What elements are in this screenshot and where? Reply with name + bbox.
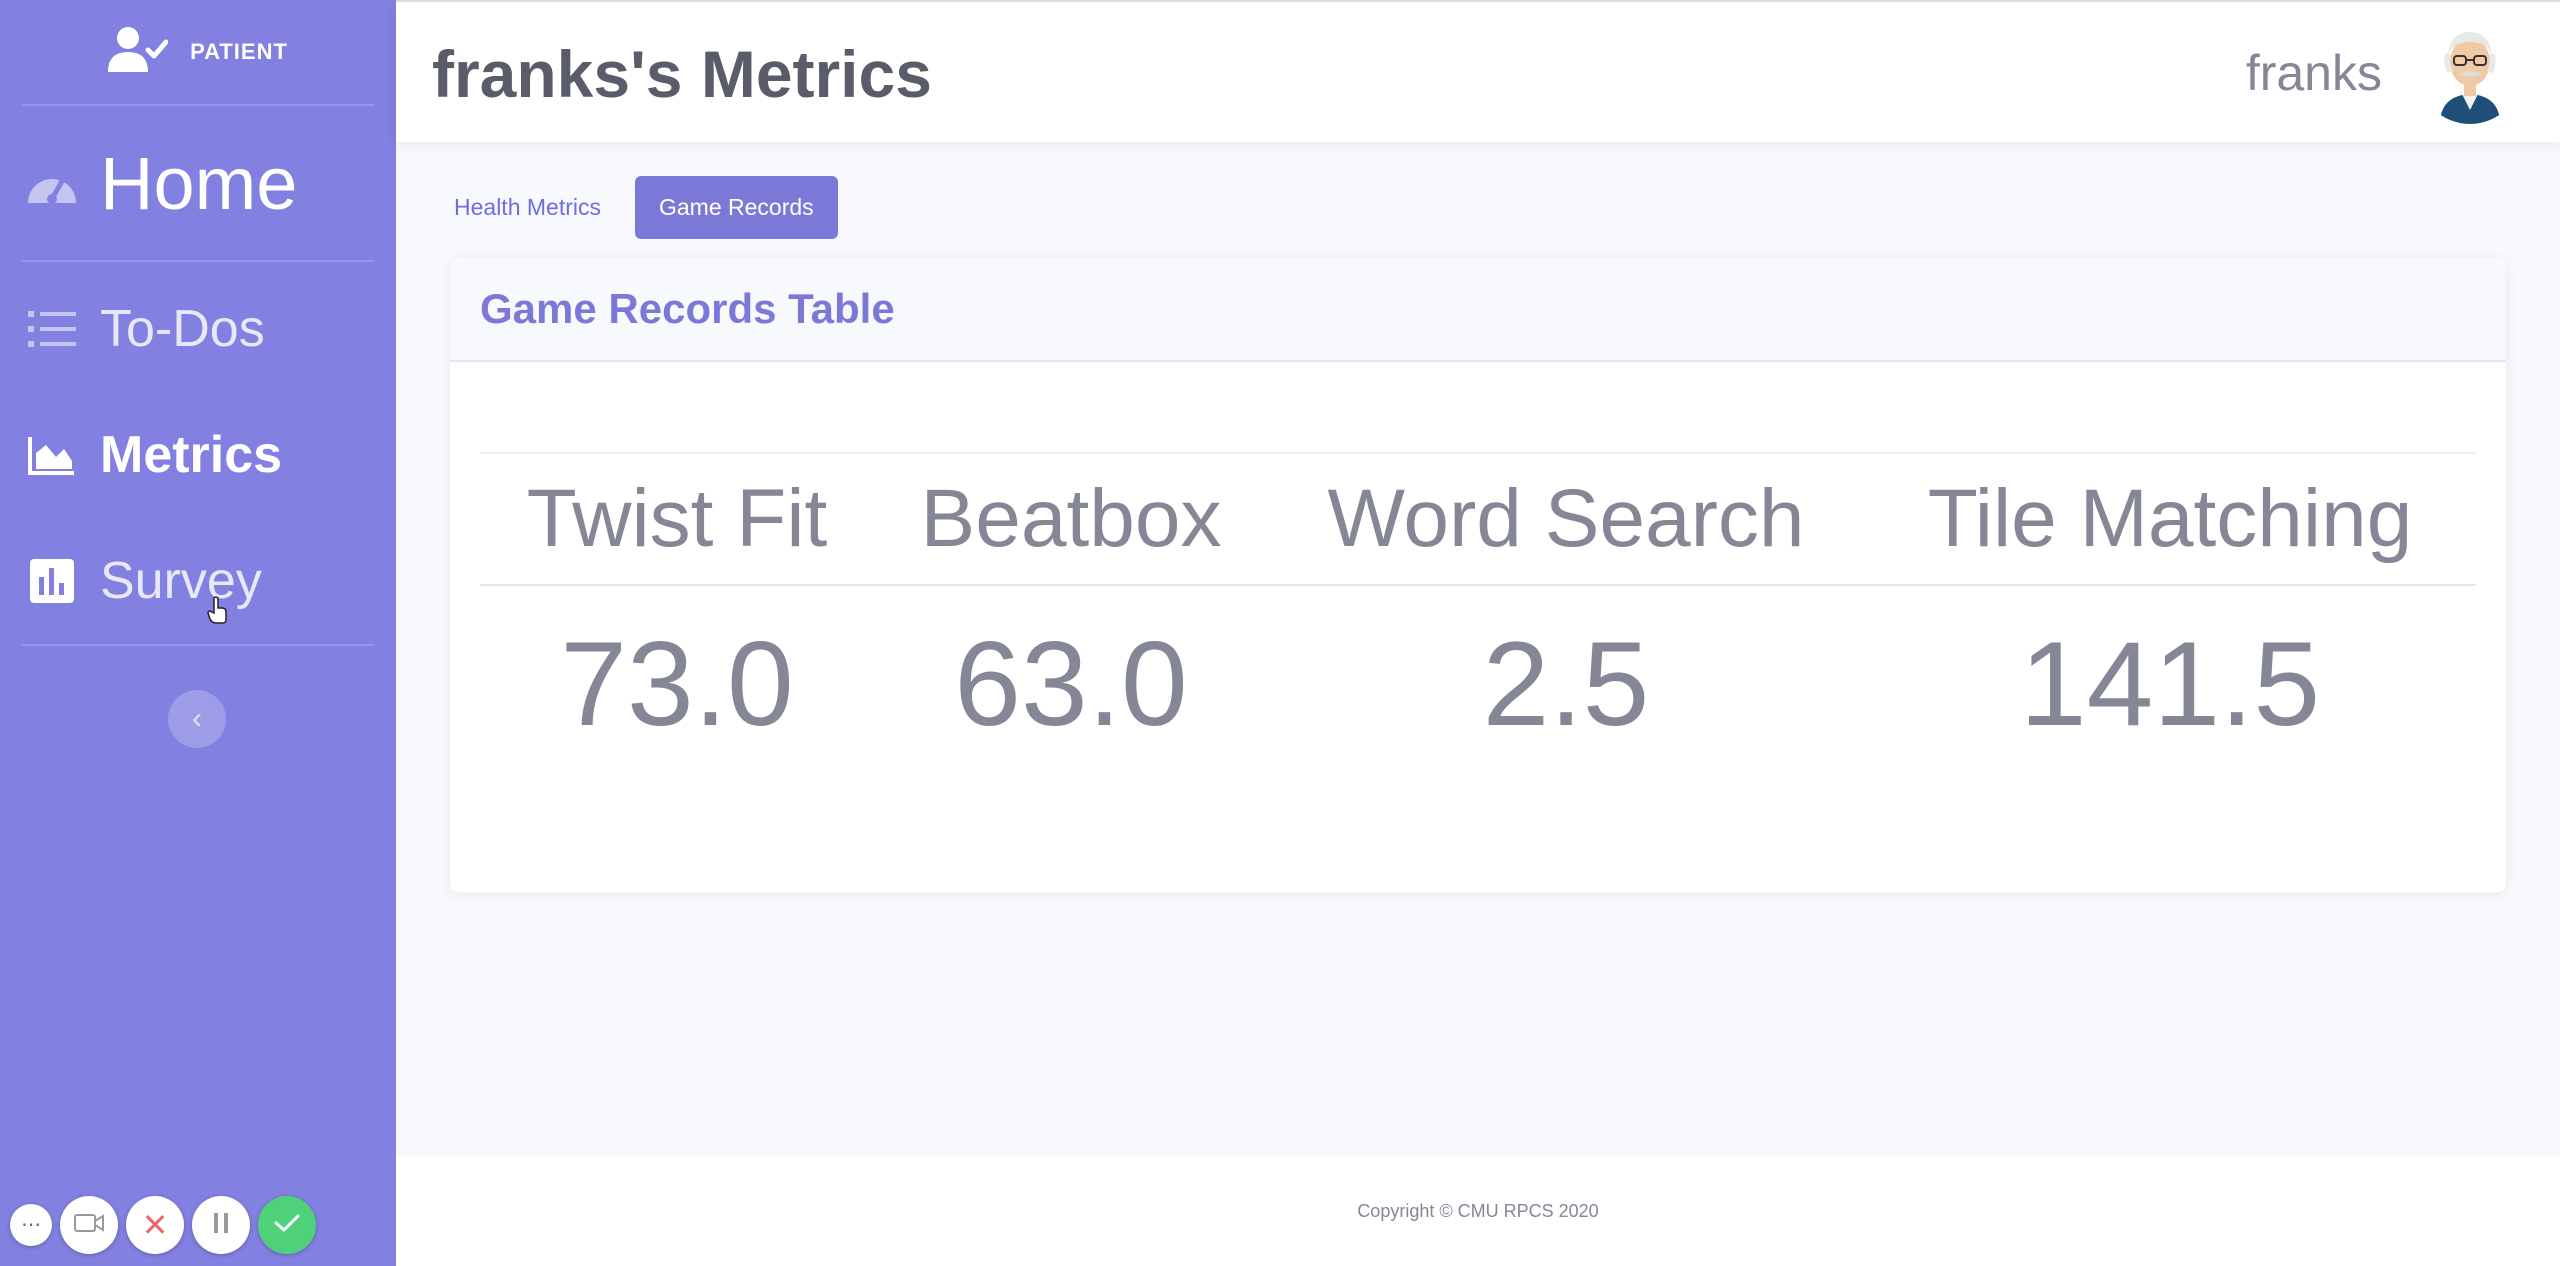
sidebar-item-label: Metrics: [100, 426, 283, 484]
ellipsis-icon: ⋯: [21, 1214, 41, 1236]
sidebar: PATIENT Home To-Dos Metrics Survey ‹ ⋯ ✕: [0, 0, 396, 1266]
table-header-row: Twist Fit Beatbox Word Search Tile Match…: [480, 452, 2476, 586]
column-header: Tile Matching: [1927, 473, 2413, 564]
sidebar-item-label: To-Dos: [100, 300, 265, 358]
chevron-left-icon: ‹: [192, 702, 202, 735]
camera-button[interactable]: [60, 1196, 118, 1254]
tab-game-records[interactable]: Game Records: [634, 176, 838, 239]
game-records-card: Game Records Table Twist Fit Beatbox Wor…: [450, 258, 2506, 892]
table-row: 73.0 63.0 2.5 141.5: [480, 586, 2476, 782]
column-header: Beatbox: [920, 473, 1222, 564]
copyright-text: Copyright © CMU RPCS 2020: [1357, 1200, 1599, 1221]
close-icon: ✕: [141, 1207, 169, 1243]
column-header: Word Search: [1327, 473, 1805, 564]
cancel-recording-button[interactable]: ✕: [126, 1196, 184, 1254]
tab-health-metrics[interactable]: Health Metrics: [444, 176, 611, 239]
hand-cursor-icon: [206, 596, 230, 629]
sidebar-item-todos[interactable]: To-Dos: [0, 266, 396, 392]
user-name[interactable]: franks: [2246, 44, 2382, 102]
tachometer-icon: [24, 155, 80, 211]
more-options-button[interactable]: ⋯: [10, 1204, 52, 1246]
sidebar-toggle-button[interactable]: ‹: [168, 690, 226, 748]
avatar[interactable]: [2418, 20, 2522, 124]
sidebar-item-label: Home: [100, 141, 298, 225]
sidebar-item-metrics[interactable]: Metrics: [0, 392, 396, 518]
finish-recording-button[interactable]: [258, 1196, 316, 1254]
list-icon: [28, 305, 76, 353]
video-camera-icon: [74, 1213, 104, 1238]
table-cell: 141.5: [2019, 617, 2321, 751]
table-cell: 63.0: [954, 617, 1188, 751]
column-header: Twist Fit: [526, 473, 828, 564]
table-cell: 2.5: [1482, 617, 1650, 751]
sidebar-divider: [22, 644, 374, 646]
metrics-tabs: Health Metrics Game Records: [444, 176, 838, 239]
check-icon: [274, 1213, 300, 1238]
topbar: franks's Metrics franks: [396, 0, 2560, 142]
recording-controls: ⋯ ✕: [10, 1196, 316, 1254]
footer: Copyright © CMU RPCS 2020: [396, 1156, 2560, 1266]
user-check-icon: [108, 26, 169, 79]
brand-label: PATIENT: [190, 39, 288, 64]
pause-icon: [212, 1212, 230, 1239]
game-records-table: Twist Fit Beatbox Word Search Tile Match…: [480, 452, 2476, 782]
pause-recording-button[interactable]: [192, 1196, 250, 1254]
sidebar-item-survey[interactable]: Survey: [0, 518, 396, 644]
page-title: franks's Metrics: [432, 37, 932, 111]
sidebar-brand[interactable]: PATIENT: [0, 0, 396, 104]
card-header: Game Records Table: [450, 258, 2506, 362]
table-cell: 73.0: [560, 617, 794, 751]
poll-icon: [28, 557, 76, 605]
sidebar-item-label: Survey: [100, 552, 262, 610]
area-chart-icon: [28, 431, 76, 479]
card-title: Game Records Table: [480, 285, 895, 332]
sidebar-item-home[interactable]: Home: [0, 106, 396, 260]
